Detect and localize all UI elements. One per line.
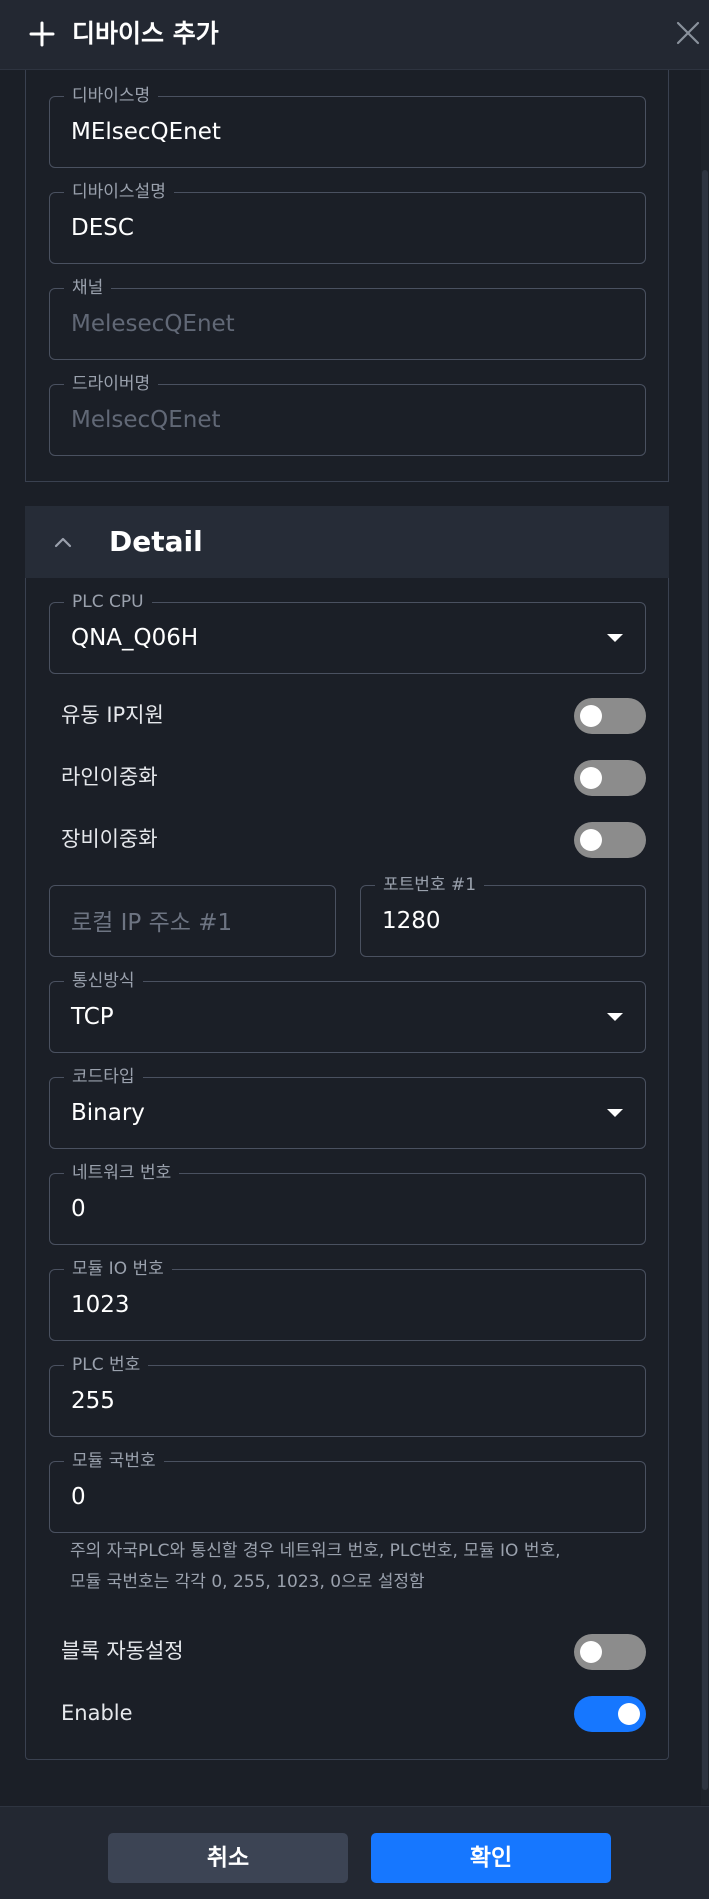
close-icon[interactable]	[673, 18, 703, 48]
enable-label: Enable	[61, 1701, 133, 1725]
plus-icon	[29, 21, 55, 47]
network-no-input[interactable]: 네트워크 번호 0	[49, 1161, 646, 1245]
detail-header[interactable]: Detail	[25, 506, 669, 578]
module-station-input[interactable]: 모듈 국번호 0	[49, 1449, 646, 1533]
local-ip-input[interactable]: 로컬 IP 주소 #1	[49, 885, 336, 957]
line-redundancy-label: 라인이중화	[61, 765, 158, 789]
driver-field: 드라이버명 MelsecQEnet	[49, 372, 646, 456]
device-redundancy-toggle[interactable]	[574, 822, 646, 858]
device-name-label: 디바이스명	[64, 84, 159, 108]
module-io-input[interactable]: 모듈 IO 번호 1023	[49, 1257, 646, 1341]
comm-method-value: TCP	[71, 1004, 114, 1030]
port-value: 1280	[382, 908, 441, 934]
local-ip-placeholder: 로컬 IP 주소 #1	[71, 910, 233, 936]
code-type-select[interactable]: 코드타입 Binary	[49, 1065, 646, 1149]
plc-no-input[interactable]: PLC 번호 255	[49, 1353, 646, 1437]
floating-ip-toggle[interactable]	[574, 698, 646, 734]
dropdown-arrow-icon	[607, 1109, 623, 1117]
block-auto-toggle[interactable]	[574, 1634, 646, 1670]
driver-value: MelsecQEnet	[71, 407, 221, 433]
toggle-knob	[580, 1641, 602, 1663]
code-type-label: 코드타입	[64, 1065, 143, 1089]
scrollbar-thumb[interactable]	[702, 170, 708, 1790]
driver-label: 드라이버명	[64, 372, 159, 396]
block-auto-label: 블록 자동설정	[61, 1639, 184, 1663]
channel-label: 채널	[64, 276, 112, 300]
cancel-button[interactable]: 취소	[108, 1833, 348, 1883]
toggle-row-block-auto: 블록 자동설정	[61, 1632, 646, 1672]
network-no-label: 네트워크 번호	[64, 1161, 180, 1185]
dialog-footer: 취소 확인	[0, 1806, 709, 1899]
toggle-knob	[580, 829, 602, 851]
toggle-row-line-redundancy: 라인이중화	[61, 758, 646, 798]
channel-value: MelesecQEnet	[71, 311, 235, 337]
settings-note: 주의 자국PLC와 통신할 경우 네트워크 번호, PLC번호, 모듈 IO 번…	[70, 1536, 650, 1598]
plc-cpu-label: PLC CPU	[64, 590, 152, 614]
port-label: 포트번호 #1	[375, 873, 485, 897]
port-input[interactable]: 포트번호 #1 1280	[360, 873, 646, 957]
toggle-row-device-redundancy: 장비이중화	[61, 820, 646, 860]
chevron-up-icon[interactable]	[53, 532, 73, 552]
plc-no-label: PLC 번호	[64, 1353, 149, 1377]
toggle-knob	[618, 1703, 640, 1725]
device-desc-value: DESC	[71, 215, 134, 241]
channel-field: 채널 MelesecQEnet	[49, 276, 646, 360]
floating-ip-label: 유동 IP지원	[61, 703, 164, 727]
dropdown-arrow-icon	[607, 634, 623, 642]
code-type-value: Binary	[71, 1100, 145, 1126]
plc-cpu-value: QNA_Q06H	[71, 625, 199, 651]
plc-cpu-select[interactable]: PLC CPU QNA_Q06H	[49, 590, 646, 674]
module-station-value: 0	[71, 1484, 86, 1510]
note-line-1: 주의 자국PLC와 통신할 경우 네트워크 번호, PLC번호, 모듈 IO 번…	[70, 1541, 561, 1561]
detail-title: Detail	[109, 525, 203, 558]
module-io-label: 모듈 IO 번호	[64, 1257, 172, 1281]
note-line-2: 모듈 국번호는 각각 0, 255, 1023, 0으로 설정함	[70, 1572, 425, 1592]
module-station-label: 모듈 국번호	[64, 1449, 164, 1473]
line-redundancy-toggle[interactable]	[574, 760, 646, 796]
toggle-row-floating-ip: 유동 IP지원	[61, 696, 646, 736]
dropdown-arrow-icon	[607, 1013, 623, 1021]
toggle-knob	[580, 705, 602, 727]
device-desc-field[interactable]: 디바이스설명 DESC	[49, 180, 646, 264]
dialog-header: 디바이스 추가	[0, 0, 709, 70]
module-io-value: 1023	[71, 1292, 130, 1318]
toggle-knob	[580, 767, 602, 789]
device-redundancy-label: 장비이중화	[61, 827, 158, 851]
device-name-value: MElsecQEnet	[71, 119, 221, 145]
comm-method-label: 통신방식	[64, 969, 143, 993]
network-no-value: 0	[71, 1196, 86, 1222]
toggle-row-enable: Enable	[61, 1694, 646, 1734]
comm-method-select[interactable]: 통신방식 TCP	[49, 969, 646, 1053]
device-name-field[interactable]: 디바이스명 MElsecQEnet	[49, 84, 646, 168]
enable-toggle[interactable]	[574, 1696, 646, 1732]
confirm-button[interactable]: 확인	[371, 1833, 611, 1883]
dialog-title: 디바이스 추가	[72, 19, 219, 48]
device-desc-label: 디바이스설명	[64, 180, 174, 204]
plc-no-value: 255	[71, 1388, 115, 1414]
